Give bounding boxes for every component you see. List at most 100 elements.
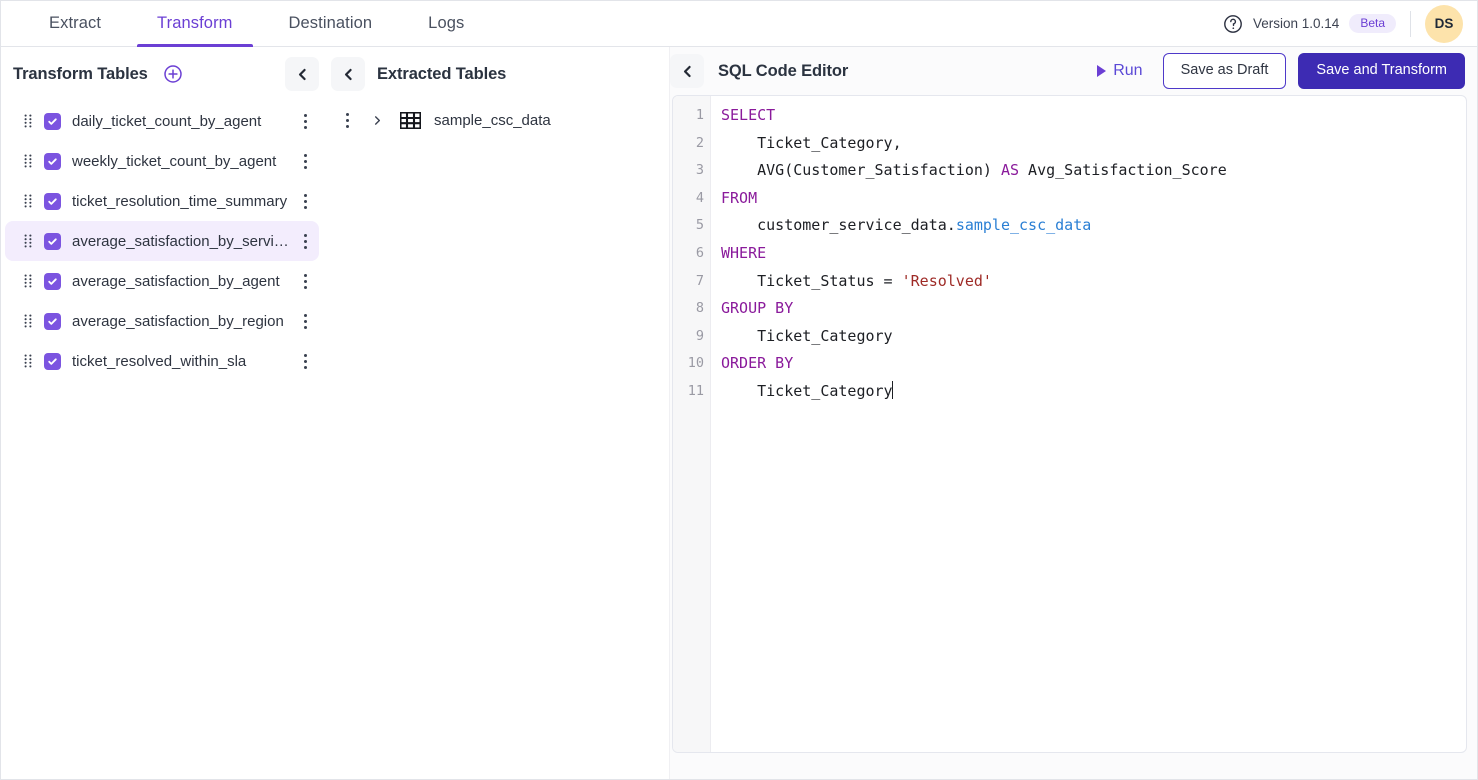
sql-code-editor[interactable]: 1234567891011 SELECT Ticket_Category, AV… xyxy=(672,95,1467,753)
collapse-extracted-panel-button[interactable] xyxy=(331,57,365,91)
transform-table-row[interactable]: ticket_resolved_within_sla xyxy=(5,341,319,381)
code-token: sample_csc_data xyxy=(956,216,1091,234)
drag-handle-icon[interactable] xyxy=(23,353,33,369)
run-button[interactable]: Run xyxy=(1089,58,1150,84)
table-grid-icon xyxy=(399,111,421,129)
transform-table-label: ticket_resolution_time_summary xyxy=(72,193,291,210)
extracted-table-label: sample_csc_data xyxy=(434,112,551,129)
code-line: Ticket_Status = 'Resolved' xyxy=(721,268,1466,296)
save-as-draft-button[interactable]: Save as Draft xyxy=(1163,53,1287,89)
table-options-menu-icon[interactable] xyxy=(297,191,313,211)
code-line: AVG(Customer_Satisfaction) AS Avg_Satisf… xyxy=(721,157,1466,185)
transform-table-label: ticket_resolved_within_sla xyxy=(72,353,291,370)
transform-table-row[interactable]: daily_ticket_count_by_agent xyxy=(5,101,319,141)
topbar-divider xyxy=(1410,11,1411,37)
drag-handle-icon[interactable] xyxy=(23,233,33,249)
code-token: Ticket_Category xyxy=(721,382,893,400)
question-circle-icon[interactable] xyxy=(1223,14,1243,34)
line-number: 8 xyxy=(673,295,710,323)
code-token: customer_service_data. xyxy=(721,216,956,234)
collapse-sql-panel-button[interactable] xyxy=(670,54,704,88)
table-checkbox[interactable] xyxy=(44,273,61,290)
workspace: Transform Tables daily_ticket_count_by_a… xyxy=(1,47,1477,779)
tab-extract[interactable]: Extract xyxy=(21,1,129,46)
sql-editor-header: SQL Code Editor Run Save as Draft Save a… xyxy=(670,47,1477,95)
code-line: Ticket_Category xyxy=(721,378,1466,406)
transform-table-label: weekly_ticket_count_by_agent xyxy=(72,153,291,170)
run-button-label: Run xyxy=(1113,62,1142,80)
table-checkbox[interactable] xyxy=(44,153,61,170)
line-number: 7 xyxy=(673,268,710,296)
sql-editor-panel: SQL Code Editor Run Save as Draft Save a… xyxy=(669,47,1477,779)
transform-table-row[interactable]: ticket_resolution_time_summary xyxy=(5,181,319,221)
code-line: Ticket_Category xyxy=(721,323,1466,351)
transform-table-row[interactable]: average_satisfaction_by_service... xyxy=(5,221,319,261)
line-number: 6 xyxy=(673,240,710,268)
tab-logs[interactable]: Logs xyxy=(400,1,492,46)
extracted-table-options-menu-icon[interactable] xyxy=(339,110,355,130)
line-number: 3 xyxy=(673,157,710,185)
table-options-menu-icon[interactable] xyxy=(297,351,313,371)
table-checkbox[interactable] xyxy=(44,313,61,330)
line-number: 11 xyxy=(673,378,710,406)
code-line: GROUP BY xyxy=(721,295,1466,323)
extracted-table-row[interactable]: sample_csc_data xyxy=(339,103,661,137)
code-token: Ticket_Status = xyxy=(721,272,902,290)
code-token: ORDER BY xyxy=(721,354,793,372)
avatar[interactable]: DS xyxy=(1425,5,1463,43)
collapse-transform-panel-button[interactable] xyxy=(285,57,319,91)
tab-label: Transform xyxy=(157,14,232,33)
beta-badge: Beta xyxy=(1349,14,1396,33)
drag-handle-icon[interactable] xyxy=(23,153,33,169)
top-navigation-bar: Extract Transform Destination Logs Version … xyxy=(1,1,1477,47)
transform-table-row[interactable]: average_satisfaction_by_region xyxy=(5,301,319,341)
table-options-menu-icon[interactable] xyxy=(297,271,313,291)
line-number: 10 xyxy=(673,350,710,378)
table-checkbox[interactable] xyxy=(44,353,61,370)
sql-code-area[interactable]: SELECT Ticket_Category, AVG(Customer_Sat… xyxy=(711,96,1466,752)
table-options-menu-icon[interactable] xyxy=(297,311,313,331)
table-checkbox[interactable] xyxy=(44,233,61,250)
code-token: WHERE xyxy=(721,244,766,262)
extracted-tables-header: Extracted Tables xyxy=(329,53,669,95)
transform-tables-list: daily_ticket_count_by_agent weekly_ticket… xyxy=(1,95,329,381)
panel-title: Transform Tables xyxy=(13,65,148,84)
main-tabs: Extract Transform Destination Logs xyxy=(1,1,492,46)
drag-handle-icon[interactable] xyxy=(23,313,33,329)
tab-label: Destination xyxy=(289,14,373,33)
save-and-transform-button[interactable]: Save and Transform xyxy=(1298,53,1465,89)
table-options-menu-icon[interactable] xyxy=(297,231,313,251)
code-token: GROUP BY xyxy=(721,299,793,317)
table-options-menu-icon[interactable] xyxy=(297,111,313,131)
code-token: AVG(Customer_Satisfaction) xyxy=(721,161,1001,179)
extracted-panel-title: Extracted Tables xyxy=(377,65,506,84)
table-checkbox[interactable] xyxy=(44,113,61,130)
table-options-menu-icon[interactable] xyxy=(297,151,313,171)
code-line: ORDER BY xyxy=(721,350,1466,378)
tab-transform[interactable]: Transform xyxy=(129,1,260,46)
code-line: WHERE xyxy=(721,240,1466,268)
drag-handle-icon[interactable] xyxy=(23,273,33,289)
tab-destination[interactable]: Destination xyxy=(261,1,401,46)
line-number: 1 xyxy=(673,102,710,130)
transform-table-row[interactable]: average_satisfaction_by_agent xyxy=(5,261,319,301)
app-window: Extract Transform Destination Logs Version … xyxy=(0,0,1478,780)
table-checkbox[interactable] xyxy=(44,193,61,210)
tab-label: Extract xyxy=(49,14,101,33)
code-line: FROM xyxy=(721,185,1466,213)
plus-circle-icon[interactable] xyxy=(162,63,184,85)
code-token: 'Resolved' xyxy=(902,272,992,290)
drag-handle-icon[interactable] xyxy=(23,113,33,129)
sql-editor-actions: Run Save as Draft Save and Transform xyxy=(1089,53,1465,89)
extracted-tables-list: sample_csc_data xyxy=(329,95,669,137)
chevron-right-icon[interactable] xyxy=(367,115,387,126)
code-line: Ticket_Category, xyxy=(721,130,1466,158)
code-token: SELECT xyxy=(721,106,775,124)
transform-table-row[interactable]: weekly_ticket_count_by_agent xyxy=(5,141,319,181)
code-token: Avg_Satisfaction_Score xyxy=(1019,161,1227,179)
topbar-right-cluster: Version 1.0.14 Beta DS xyxy=(1223,1,1477,46)
drag-handle-icon[interactable] xyxy=(23,193,33,209)
code-token: FROM xyxy=(721,189,757,207)
transform-table-label: average_satisfaction_by_agent xyxy=(72,273,291,290)
line-number-gutter: 1234567891011 xyxy=(673,96,711,752)
